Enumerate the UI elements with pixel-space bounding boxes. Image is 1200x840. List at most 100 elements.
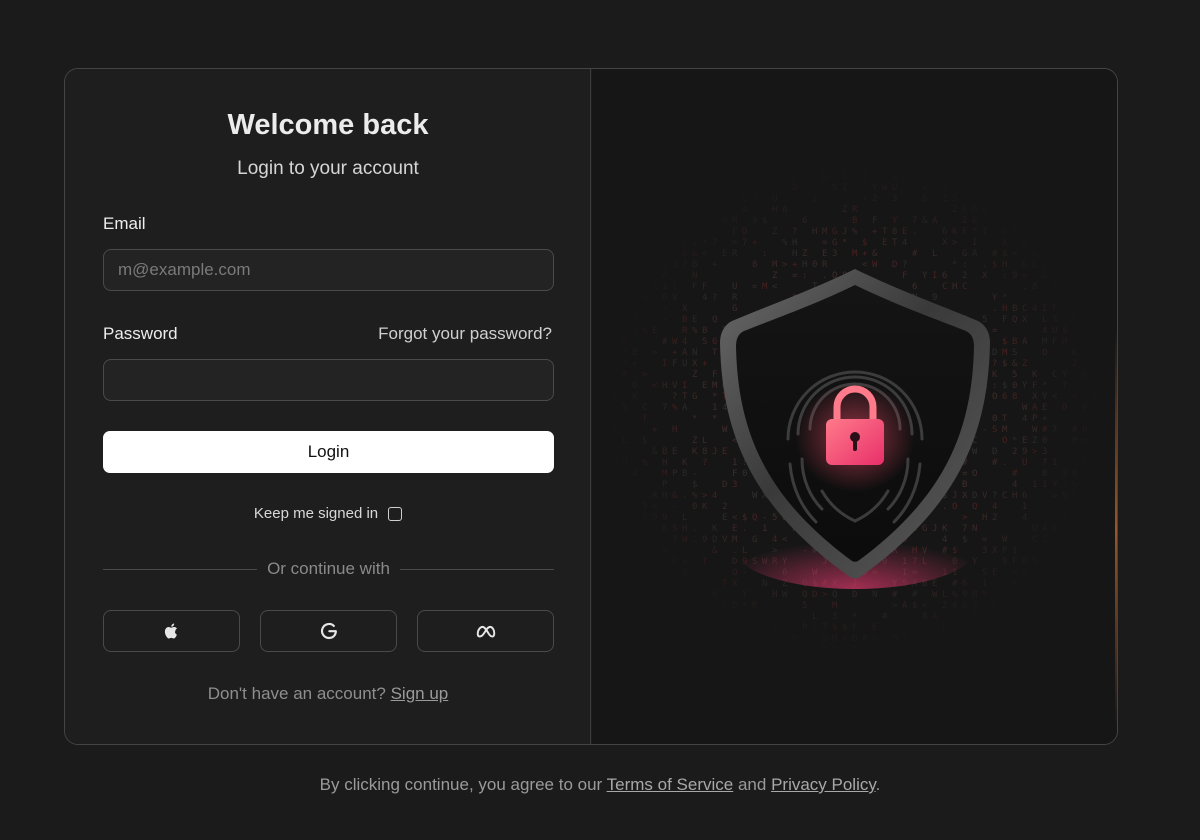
svg-text:E: E [872,623,877,633]
svg-text:G: G [1002,227,1007,237]
svg-text:2: 2 [652,282,657,292]
svg-text:V: V [1012,601,1018,611]
svg-text:E: E [882,238,887,248]
svg-text:5: 5 [802,645,807,655]
svg-text:Q: Q [612,260,617,270]
svg-text:9: 9 [1002,557,1007,567]
svg-text:U: U [1032,524,1037,534]
svg-text:+: + [632,359,638,369]
svg-text:?: ? [862,172,867,182]
svg-text:+: + [742,623,748,633]
svg-text:>: > [652,348,658,358]
svg-text:E: E [672,447,677,457]
svg-text:B: B [662,447,667,457]
svg-text:.: . [1102,370,1107,380]
svg-text:F: F [1012,557,1017,567]
footer-conjunction: and [737,775,767,794]
svg-text:>: > [972,645,978,655]
apple-login-button[interactable] [103,610,240,652]
svg-text:3: 3 [642,645,647,655]
terms-of-service-link[interactable]: Terms of Service [607,775,734,794]
svg-text:T: T [642,414,648,424]
svg-text:#: # [892,590,898,600]
svg-text:M: M [612,491,618,501]
google-login-button[interactable] [260,610,397,652]
meta-login-button[interactable] [417,610,554,652]
svg-text:F: F [672,557,677,567]
svg-text:1: 1 [1062,546,1067,556]
svg-text::: : [682,601,687,611]
svg-text:B: B [852,216,857,226]
svg-text:%: % [692,326,698,336]
svg-text:$: $ [762,216,767,226]
svg-text:C: C [982,183,987,193]
svg-text::: : [932,172,937,182]
svg-text:-: - [1062,579,1067,589]
svg-text:1: 1 [1012,546,1017,556]
svg-text:<: < [702,249,708,259]
svg-text:H: H [942,634,947,644]
svg-text:4: 4 [1072,194,1077,204]
svg-text:8: 8 [1042,469,1047,479]
svg-text:E: E [1012,194,1017,204]
svg-text:4: 4 [952,601,957,611]
privacy-policy-link[interactable]: Privacy Policy [771,775,876,794]
forgot-password-link[interactable]: Forgot your password? [378,324,552,344]
svg-text:E: E [1022,238,1027,248]
svg-text:*: * [852,612,857,622]
svg-text:0: 0 [1072,469,1077,479]
svg-text:D: D [652,172,657,182]
svg-text:H: H [792,249,797,259]
svg-text:F: F [692,282,697,292]
svg-text:B: B [632,348,637,358]
keep-signed-in-checkbox[interactable] [388,506,403,521]
svg-text::: : [702,579,707,589]
svg-text:Q: Q [1082,370,1087,380]
signup-link[interactable]: Sign up [391,684,449,703]
svg-text:2: 2 [962,216,967,226]
svg-text:K: K [1072,348,1078,358]
svg-text:L: L [942,590,947,600]
email-field[interactable] [103,249,554,291]
svg-text:4: 4 [1032,304,1037,314]
shield-lock-fingerprint-icon [720,269,990,589]
svg-text:G: G [1092,447,1097,457]
svg-text:R: R [772,172,778,182]
svg-text:W: W [772,634,778,644]
svg-text:C: C [842,172,847,182]
svg-text:K: K [702,502,708,512]
svg-text:<: < [922,601,928,611]
svg-text:P: P [1102,480,1108,490]
svg-text::: : [632,370,637,380]
svg-text:E: E [762,645,767,655]
svg-text:J: J [692,238,697,248]
svg-text:$: $ [842,623,847,633]
svg-text::: : [642,260,647,270]
svg-text:6: 6 [802,216,807,226]
svg-text:F: F [872,216,877,226]
svg-text:Q: Q [832,590,837,600]
svg-text:N: N [732,172,737,182]
svg-text:I: I [992,601,997,611]
password-field[interactable] [103,359,554,401]
svg-text:&: & [972,216,978,226]
svg-text:S: S [1012,348,1017,358]
svg-text:2: 2 [1012,447,1017,457]
svg-text:K: K [882,645,888,655]
svg-text:Y: Y [1012,579,1018,589]
svg-text:C: C [732,634,737,644]
svg-text:*: * [692,414,697,424]
svg-text:I: I [652,249,657,259]
svg-text:Z: Z [952,205,958,215]
svg-text:Q: Q [1072,601,1077,611]
svg-text:J: J [1052,282,1057,292]
svg-text:-: - [662,304,667,314]
social-divider: Or continue with [103,559,554,579]
svg-text:=: = [1082,502,1088,512]
svg-text:E: E [1062,601,1067,611]
svg-text:Q: Q [612,458,617,468]
svg-text:R: R [962,205,968,215]
svg-text:#: # [1082,403,1088,413]
login-button[interactable]: Login [103,431,554,473]
svg-text:J: J [682,623,687,633]
